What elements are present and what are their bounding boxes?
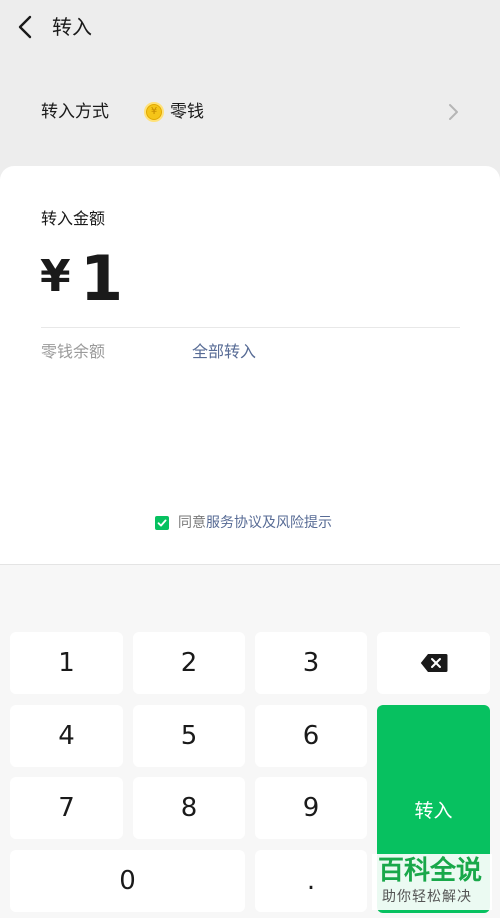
balance-redaction — [112, 334, 190, 364]
backspace-key[interactable] — [377, 632, 490, 694]
transfer-method-row[interactable]: 转入方式 零钱 — [0, 88, 500, 136]
back-icon[interactable] — [14, 14, 38, 40]
currency-symbol: ¥ — [40, 251, 71, 302]
key-4[interactable]: 4 — [10, 705, 123, 767]
amount-input[interactable]: 1 — [80, 244, 123, 314]
backspace-icon — [420, 654, 447, 672]
agreement-checkbox[interactable] — [155, 516, 169, 530]
key-0[interactable]: 0 — [10, 850, 245, 912]
key-1[interactable]: 1 — [10, 632, 123, 694]
key-6[interactable]: 6 — [255, 705, 367, 767]
transfer-method-label: 转入方式 — [41, 102, 109, 122]
balance-label: 零钱余额 — [41, 342, 106, 361]
key-7[interactable]: 7 — [10, 777, 123, 839]
key-5[interactable]: 5 — [133, 705, 245, 767]
nav-bar: 转入 — [0, 0, 500, 56]
watermark-logo: 百科全说 助你轻松解决 — [372, 854, 492, 910]
check-icon — [157, 519, 167, 527]
key-8[interactable]: 8 — [133, 777, 245, 839]
key-3[interactable]: 3 — [255, 632, 367, 694]
page-title: 转入 — [52, 15, 92, 39]
chevron-right-icon — [446, 102, 460, 122]
amount-label: 转入金额 — [41, 209, 106, 228]
watermark-sub: 助你轻松解决 — [382, 889, 472, 905]
transfer-method-value: 零钱 — [170, 102, 204, 122]
agreement-prefix: 同意 — [178, 515, 206, 531]
transfer-all-link[interactable]: 全部转入 — [192, 341, 256, 363]
key-decimal[interactable]: . — [255, 850, 367, 912]
agreement-link[interactable]: 服务协议及风险提示 — [206, 512, 332, 534]
key-9[interactable]: 9 — [255, 777, 367, 839]
amount-card: 转入金额 ¥ 1 零钱余额 全部转入 同意 服务协议及风险提示 — [0, 166, 500, 564]
key-2[interactable]: 2 — [133, 632, 245, 694]
amount-divider — [41, 327, 460, 328]
change-coin-icon — [144, 102, 164, 122]
watermark-main: 百科全说 — [378, 856, 483, 886]
